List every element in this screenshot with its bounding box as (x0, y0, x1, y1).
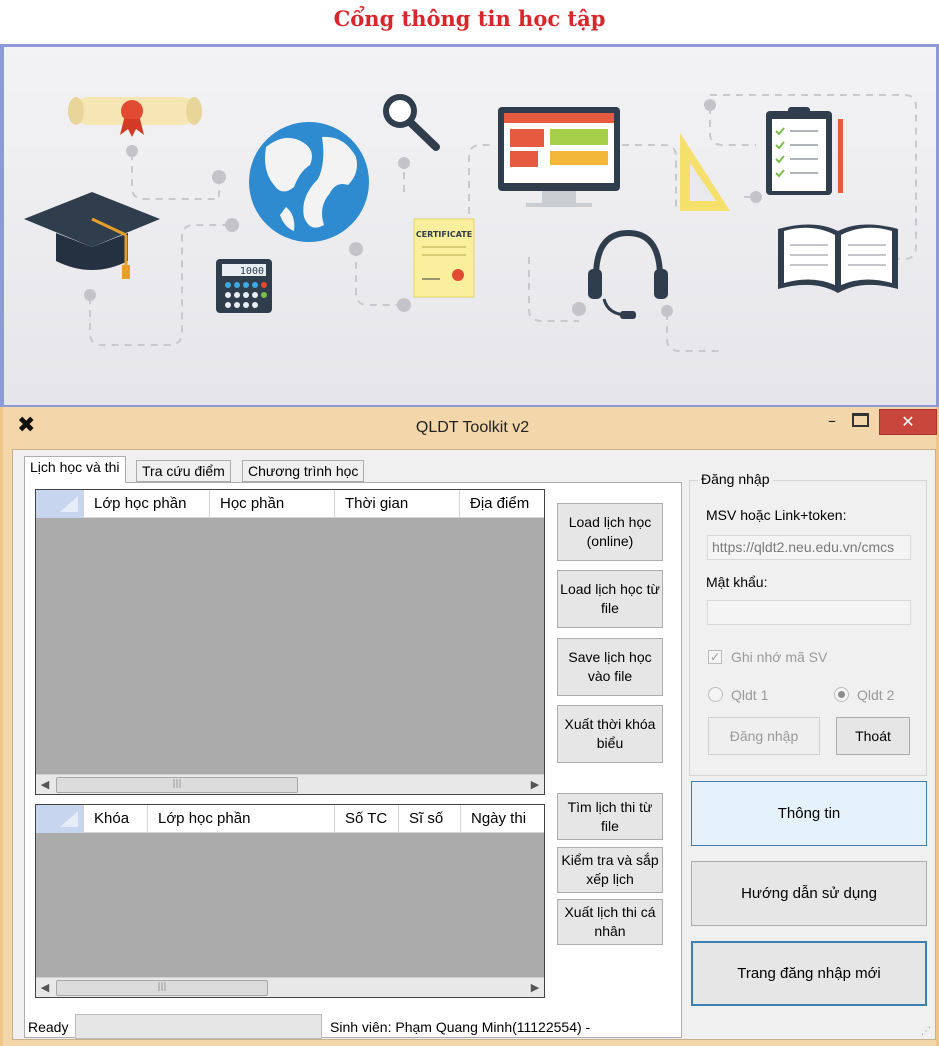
window-title: QLDT Toolkit v2 (415, 419, 530, 436)
portal-title: Cổng thông tin học tập (333, 6, 606, 31)
monitor-icon (498, 107, 620, 207)
minimize-button[interactable]: – (821, 409, 843, 435)
status-student: Sinh viên: Phạm Quang Minh(11122554) - (330, 1019, 591, 1035)
clipboard-icon (766, 107, 843, 195)
password-input[interactable] (707, 600, 911, 625)
graduation-cap-icon (24, 192, 160, 279)
exit-button[interactable]: Thoát (836, 717, 910, 755)
remember-label: Ghi nhớ mã SV (731, 649, 828, 665)
tab-curriculum[interactable]: Chương trình học (242, 460, 365, 482)
schedule-grid[interactable]: Lớp học phần Học phần Thời gian Địa điểm… (35, 489, 545, 795)
column-header[interactable]: Học phần (210, 490, 335, 518)
server-label-qldt2: Qldt 2 (857, 687, 895, 703)
login-button[interactable]: Đăng nhập (708, 717, 820, 755)
screen: Cổng thông tin học tập 1000 CERTIFICATE … (0, 0, 939, 1046)
login-group-title: Đăng nhập (698, 471, 773, 487)
schedule-grid-header: Lớp học phần Học phần Thời gian Địa điểm (36, 490, 544, 518)
title-bar[interactable]: ✖ QLDT Toolkit v2 – ✕ (3, 407, 939, 449)
msv-input[interactable]: https://qldt2.neu.edu.vn/cmcs (707, 535, 911, 560)
status-progress-bar (75, 1014, 322, 1039)
export-timetable-button[interactable]: Xuất thời khóa biểu (557, 705, 663, 763)
scroll-left-icon[interactable]: ◀ (36, 775, 54, 794)
check-sort-schedule-button[interactable]: Kiểm tra và sắp xếp lịch (557, 847, 663, 893)
certificate-label: CERTIFICATE (416, 230, 472, 239)
save-schedule-button[interactable]: Save lịch học vào file (557, 638, 663, 696)
scrollbar-thumb[interactable]: ||| (56, 777, 298, 793)
magnifier-icon (383, 94, 440, 151)
maximize-button[interactable] (852, 413, 869, 427)
new-login-page-button[interactable]: Trang đăng nhập mới (691, 941, 927, 1006)
app-window: ✖ QLDT Toolkit v2 – ✕ Lịch học và thi Tr… (0, 407, 939, 1046)
select-all-corner[interactable] (36, 805, 84, 833)
msv-label: MSV hoặc Link+token: (706, 507, 847, 523)
server-radio-qldt2[interactable] (834, 687, 849, 702)
login-group: Đăng nhập MSV hoặc Link+token: https://q… (689, 471, 927, 776)
scroll-left-icon[interactable]: ◀ (36, 978, 54, 997)
column-header[interactable]: Số TC (335, 805, 399, 833)
status-bar: Ready Sinh viên: Phạm Quang Minh(1112255… (13, 1013, 935, 1039)
close-button[interactable]: ✕ (879, 409, 937, 435)
server-label-qldt1: Qldt 1 (731, 687, 769, 703)
tab-grades[interactable]: Tra cứu điểm (136, 460, 231, 482)
education-banner: 1000 CERTIFICATE (0, 44, 939, 408)
column-header[interactable]: Khóa (84, 805, 148, 833)
info-button[interactable]: Thông tin (691, 781, 927, 846)
certificate-icon: CERTIFICATE (413, 218, 475, 298)
globe-icon (249, 122, 369, 242)
load-schedule-online-button[interactable]: Load lịch học (online) (557, 503, 663, 561)
exam-grid-hscrollbar[interactable]: ◀ ||| ▶ (36, 977, 544, 997)
resize-grip-icon[interactable]: ⋰ (921, 1026, 931, 1037)
load-schedule-file-button[interactable]: Load lịch học từ file (557, 570, 663, 628)
schedule-tab-panel: Lớp học phần Học phần Thời gian Địa điểm… (24, 482, 682, 1038)
password-label: Mật khẩu: (706, 574, 768, 590)
schedule-grid-hscrollbar[interactable]: ◀ ||| ▶ (36, 774, 544, 794)
remember-checkbox[interactable]: ✓ (708, 650, 722, 664)
column-header[interactable]: Lớp học phần (148, 805, 335, 833)
scroll-right-icon[interactable]: ▶ (526, 978, 544, 997)
headset-icon (588, 229, 668, 319)
exam-grid[interactable]: Khóa Lớp học phần Số TC Sĩ số Ngày thi ◀… (35, 804, 545, 998)
export-exam-schedule-button[interactable]: Xuất lịch thi cá nhân (557, 899, 663, 945)
tab-schedule[interactable]: Lịch học và thi (24, 456, 126, 483)
calculator-display: 1000 (240, 266, 264, 277)
find-exam-schedule-button[interactable]: Tìm lịch thi từ file (557, 793, 663, 840)
banner-illustration: 1000 CERTIFICATE (24, 94, 917, 352)
scroll-right-icon[interactable]: ▶ (526, 775, 544, 794)
scrollbar-thumb[interactable]: ||| (56, 980, 268, 996)
column-header[interactable]: Địa điểm (460, 490, 544, 518)
column-header[interactable]: Thời gian (335, 490, 460, 518)
status-ready: Ready (28, 1019, 69, 1035)
open-book-icon (778, 224, 898, 293)
column-header[interactable]: Sĩ số (399, 805, 461, 833)
column-header[interactable]: Lớp học phần (84, 490, 210, 518)
window-client-area: Lịch học và thi Tra cứu điểm Chương trìn… (12, 449, 936, 1040)
column-header[interactable]: Ngày thi (461, 805, 544, 833)
select-all-corner[interactable] (36, 490, 84, 518)
exam-grid-header: Khóa Lớp học phần Số TC Sĩ số Ngày thi (36, 805, 544, 833)
diploma-icon (68, 97, 202, 137)
calculator-icon: 1000 (216, 259, 272, 313)
server-radio-qldt1[interactable] (708, 687, 723, 702)
user-guide-button[interactable]: Hướng dẫn sử dụng (691, 861, 927, 926)
